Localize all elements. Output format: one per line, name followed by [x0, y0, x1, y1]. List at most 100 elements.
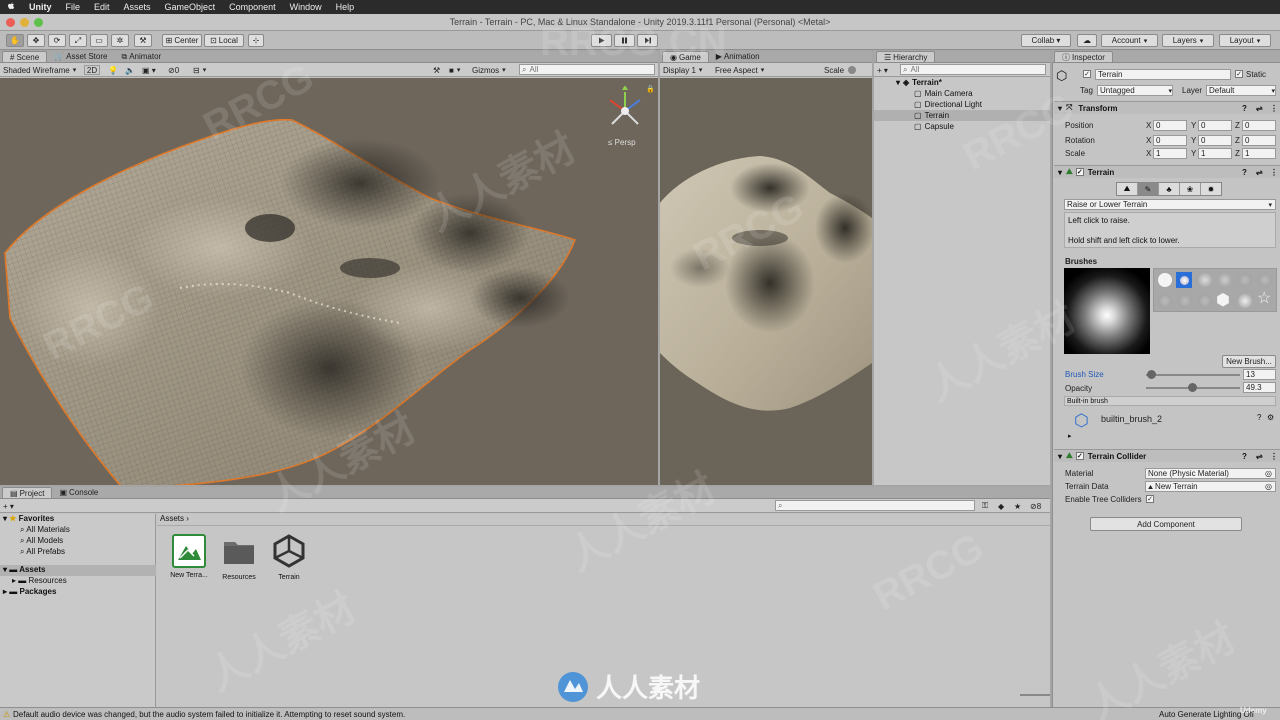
lighting-icon[interactable]: 💡 — [108, 65, 118, 75]
space-toggle[interactable]: ⊡ Local — [204, 34, 244, 47]
hand-tool-icon[interactable]: ✋ — [6, 34, 24, 47]
search-by-label-icon[interactable]: ◆ — [998, 501, 1004, 511]
tab-project[interactable]: ▤ Project — [2, 487, 53, 498]
hierarchy-item-terrain[interactable]: ▢ Terrain — [874, 110, 1050, 121]
favorite-all-materials[interactable]: ⌕ All Materials — [20, 525, 70, 535]
camera-settings-icon[interactable]: ■ — [449, 65, 460, 75]
menu-window[interactable]: Window — [283, 2, 329, 12]
brush-help-icon[interactable]: ? — [1257, 413, 1261, 422]
paint-details-icon[interactable]: ❀ — [1180, 183, 1201, 195]
brush-splat-icon[interactable] — [1258, 273, 1272, 287]
asset-item-new-terrain[interactable]: New Terra... — [169, 534, 209, 579]
paint-terrain-icon[interactable]: ✎ — [1138, 183, 1159, 195]
scale-z-field[interactable]: 1 — [1242, 148, 1276, 159]
tab-scene[interactable]: # Scene — [2, 51, 48, 62]
menu-component[interactable]: Component — [222, 2, 283, 12]
scale-slider-handle[interactable] — [848, 66, 857, 74]
pause-button[interactable] — [614, 34, 635, 47]
asset-item-resources[interactable]: Resources — [219, 534, 259, 581]
layers-dropdown[interactable]: Layers — [1162, 34, 1214, 47]
new-brush-button[interactable]: New Brush... — [1222, 355, 1276, 368]
hierarchy-search-input[interactable]: ⌕ All — [900, 64, 1046, 75]
persp-label[interactable]: ≤ Persp — [608, 138, 636, 147]
tab-asset-store[interactable]: 🛒 Asset Store — [47, 51, 114, 62]
rotate-tool-icon[interactable]: ⟳ — [48, 34, 66, 47]
presets-icon[interactable]: ⇌ — [1256, 104, 1263, 113]
transform-header[interactable]: ▾ ⤧ Transform ? ⇌ ⋮ — [1054, 101, 1280, 114]
project-search-input[interactable]: ⌕ — [775, 500, 975, 511]
help-icon[interactable]: ? — [1242, 168, 1247, 177]
terrain-component-header[interactable]: ▾ ⛰ ✓ Terrain ? ⇌ ⋮ — [1054, 165, 1280, 178]
transform-tool-icon[interactable]: ✲ — [111, 34, 129, 47]
hierarchy-add-icon[interactable]: + ▾ — [877, 65, 888, 75]
brush-dots-icon[interactable] — [1238, 273, 1252, 287]
brush-size-slider-handle[interactable] — [1146, 370, 1156, 379]
resources-folder-row[interactable]: ▸ ▬ Resources — [12, 576, 67, 585]
object-picker-icon[interactable]: ◎ — [1265, 469, 1272, 478]
move-tool-icon[interactable]: ✥ — [27, 34, 45, 47]
brush-texture-icon[interactable] — [1198, 294, 1212, 308]
enable-tree-colliders-checkbox[interactable]: ✓ — [1146, 495, 1154, 503]
tools-icon[interactable]: ⚒ — [433, 65, 440, 75]
brush-soft-icon[interactable] — [1198, 273, 1212, 287]
audio-icon[interactable]: 🔈 — [125, 65, 135, 75]
display-dropdown[interactable]: Display 1 — [663, 65, 702, 75]
presets-icon[interactable]: ⇌ — [1256, 452, 1263, 461]
favorite-all-models[interactable]: ⌕ All Models — [20, 536, 63, 546]
brush-star-icon[interactable]: ☆ — [1257, 291, 1271, 307]
menu-unity[interactable]: Unity — [22, 2, 59, 12]
search-by-type-icon[interactable]: ⚿ — [982, 501, 988, 511]
favorite-all-prefabs[interactable]: ⌕ All Prefabs — [20, 547, 65, 557]
custom-tool-icon[interactable]: ⚒ — [134, 34, 152, 47]
material-field[interactable]: None (Physic Material) ◎ — [1145, 468, 1276, 479]
menu-file[interactable]: File — [59, 2, 88, 12]
layer-dropdown[interactable]: Default — [1206, 85, 1276, 96]
brush-settings-icon[interactable]: ⚙ — [1267, 413, 1274, 422]
breadcrumb-assets[interactable]: Assets — [160, 514, 184, 523]
object-name-field[interactable]: Terrain — [1095, 69, 1231, 80]
add-component-button[interactable]: Add Component — [1090, 517, 1242, 531]
hierarchy-item-directional-light[interactable]: ▢ Directional Light — [874, 99, 1050, 110]
terrain-tool-dropdown[interactable]: Raise or Lower Terrain — [1064, 199, 1276, 210]
menu-gameobject[interactable]: GameObject — [158, 2, 223, 12]
account-dropdown[interactable]: Account — [1101, 34, 1158, 47]
brush-noise-icon[interactable] — [1218, 273, 1232, 287]
scene-viewport[interactable]: ≤ Persp 🔒 — [0, 78, 658, 485]
aspect-dropdown[interactable]: Free Aspect — [715, 65, 764, 75]
hierarchy-item-main-camera[interactable]: ▢ Main Camera — [874, 88, 1050, 99]
hidden-packages-toggle[interactable]: ⊘ 8 — [1030, 501, 1041, 511]
brush-soft-circle-selected-icon[interactable] — [1176, 272, 1192, 288]
position-y-field[interactable]: 0 — [1198, 120, 1232, 131]
static-checkbox[interactable]: ✓ — [1235, 70, 1243, 78]
scene-orientation-gizmo-icon[interactable] — [600, 86, 650, 136]
lock-icon[interactable]: 🔒 — [646, 85, 655, 93]
terrain-settings-icon[interactable]: ✹ — [1201, 183, 1221, 195]
effects-icon[interactable]: ▣ ▾ — [142, 65, 156, 75]
more-icon[interactable]: ⋮ — [1270, 104, 1278, 113]
terrain-collider-header[interactable]: ▾ ⛰ ✓ Terrain Collider ? ⇌ ⋮ — [1054, 449, 1280, 462]
packages-folder-row[interactable]: ▸ ▬ Packages — [3, 587, 56, 596]
brush-size-field[interactable]: 13 — [1243, 369, 1276, 380]
draw-mode-dropdown[interactable]: Shaded Wireframe — [3, 65, 76, 75]
hierarchy-scene-row[interactable]: ▾ ◈ Terrain* — [874, 77, 1050, 88]
brush-size-slider-track[interactable] — [1146, 374, 1240, 376]
scene-camera-icon[interactable]: ⊟ — [193, 65, 206, 75]
brush-expand-arrow-icon[interactable]: ▸ — [1068, 432, 1072, 440]
cloud-icon[interactable]: ☁ — [1077, 34, 1097, 47]
favorite-star-icon[interactable]: ★ — [1014, 501, 1021, 511]
step-button[interactable] — [637, 34, 658, 47]
layout-dropdown[interactable]: Layout — [1219, 34, 1271, 47]
scale-y-field[interactable]: 1 — [1198, 148, 1232, 159]
brush-hard-circle-icon[interactable] — [1158, 273, 1172, 287]
status-message[interactable]: Default audio device was changed, but th… — [13, 710, 405, 719]
collab-button[interactable]: Collab ▾ — [1021, 34, 1071, 47]
2d-toggle[interactable]: 2D — [84, 65, 100, 75]
more-icon[interactable]: ⋮ — [1270, 452, 1278, 461]
brush-hexagon-icon[interactable]: ⬢ — [1216, 293, 1230, 309]
rotation-x-field[interactable]: 0 — [1153, 135, 1187, 146]
brush-cloud-icon[interactable] — [1178, 294, 1192, 308]
more-icon[interactable]: ⋮ — [1270, 168, 1278, 177]
favorites-row[interactable]: ▾ ★ Favorites — [3, 514, 54, 523]
paint-trees-icon[interactable]: ♣ — [1159, 183, 1180, 195]
apple-icon[interactable] — [0, 2, 22, 13]
